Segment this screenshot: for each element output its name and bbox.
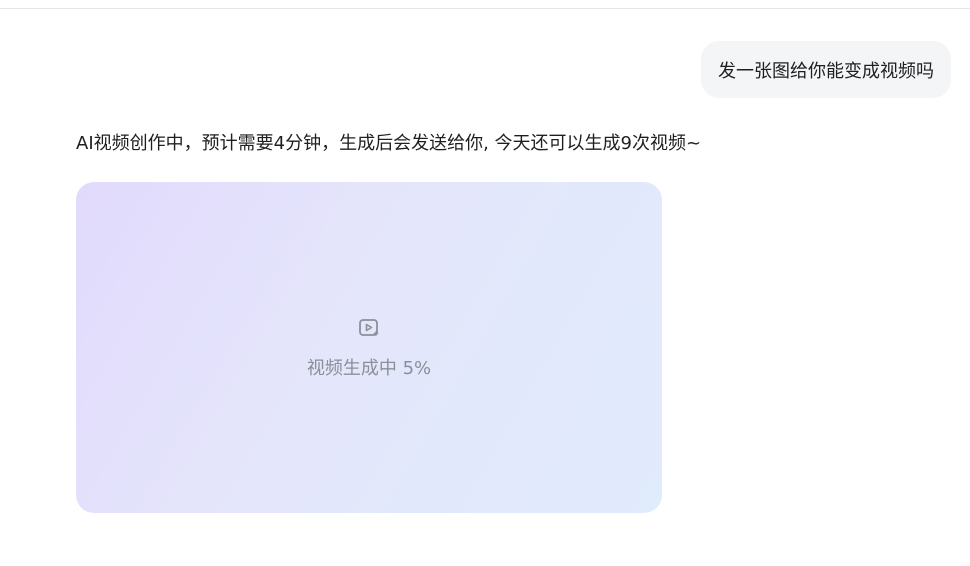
user-message-bubble: 发一张图给你能变成视频吗 (701, 41, 951, 98)
assistant-message-text: AI视频创作中，预计需要4分钟，生成后会发送给你, 今天还可以生成9次视频~ (76, 133, 702, 154)
video-generation-status: 视频生成中 5% (306, 358, 432, 379)
video-sparkle-icon (359, 319, 379, 337)
video-generation-card[interactable]: 视频生成中 5% (76, 182, 662, 513)
user-message-text: 发一张图给你能变成视频吗 (718, 60, 934, 82)
chat-thread: 发一张图给你能变成视频吗 AI视频创作中，预计需要4分钟，生成后会发送给你, 今… (0, 0, 970, 566)
